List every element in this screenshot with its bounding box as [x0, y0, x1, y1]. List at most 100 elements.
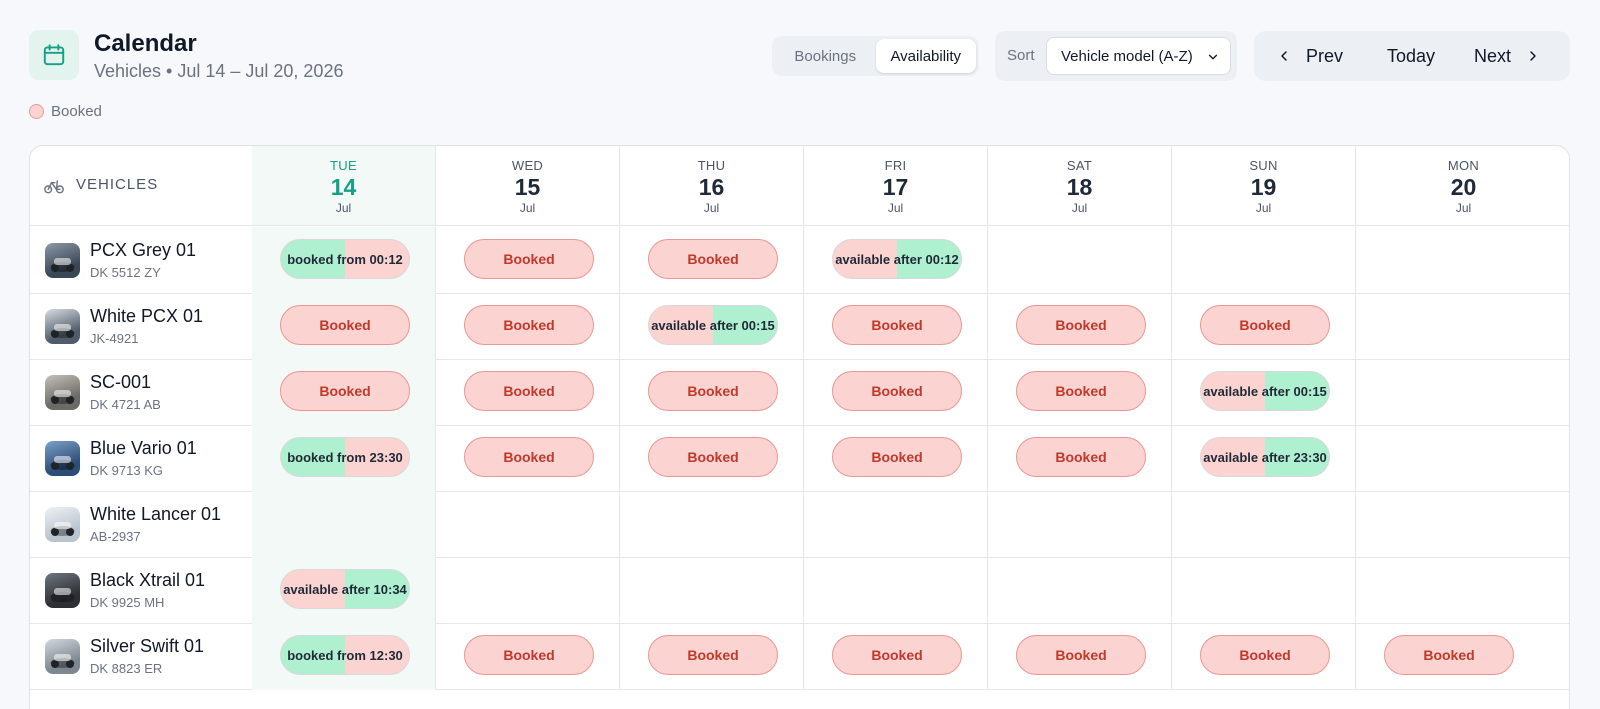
booked-pill[interactable]: Booked — [832, 635, 962, 675]
day-cell[interactable]: Booked — [988, 293, 1172, 360]
vehicle-cell[interactable]: Black Xtrail 01 DK 9925 MH — [30, 557, 256, 624]
day-cell[interactable]: booked from 23:30 — [252, 425, 436, 492]
day-cell[interactable] — [252, 491, 436, 558]
booked-pill[interactable]: Booked — [1384, 635, 1514, 675]
booked-pill[interactable]: Booked — [464, 635, 594, 675]
day-cell[interactable]: Booked — [988, 359, 1172, 426]
day-cell[interactable]: Booked — [804, 425, 988, 492]
booked-pill[interactable]: Booked — [464, 305, 594, 345]
booked-pill[interactable]: Booked — [1016, 635, 1146, 675]
booked-pill[interactable]: Booked — [1200, 635, 1330, 675]
booked-pill[interactable]: Booked — [280, 305, 410, 345]
day-cell[interactable]: Booked — [804, 623, 988, 690]
booked-pill[interactable]: Booked — [1016, 371, 1146, 411]
day-cell[interactable] — [1172, 491, 1356, 558]
day-number: 18 — [1066, 174, 1093, 200]
day-cell[interactable]: available after 00:15 — [1172, 359, 1356, 426]
day-cell[interactable]: available after 23:30 — [1172, 425, 1356, 492]
day-cell[interactable]: Booked — [988, 425, 1172, 492]
day-cell[interactable] — [988, 491, 1172, 558]
booked-pill[interactable]: Booked — [1016, 437, 1146, 477]
day-cell[interactable]: booked from 00:12 — [252, 227, 436, 294]
vehicle-name: Silver Swift 01 — [90, 636, 205, 656]
day-cell[interactable]: Booked — [436, 623, 620, 690]
vehicle-cell[interactable]: PCX Grey 01 DK 5512 ZY — [30, 227, 256, 294]
day-cell[interactable]: available after 10:34 — [252, 557, 436, 624]
day-cell[interactable]: Booked — [620, 359, 804, 426]
booked-pill[interactable]: Booked — [1200, 305, 1330, 345]
prev-button[interactable]: Prev — [1276, 31, 1343, 81]
vehicle-cell[interactable]: SC-001 DK 4721 AB — [30, 359, 256, 426]
today-button[interactable]: Today — [1387, 31, 1435, 81]
prev-label: Prev — [1306, 45, 1344, 66]
next-button[interactable]: Next — [1474, 31, 1541, 81]
available-after-pill[interactable]: available after 00:15 — [1200, 371, 1330, 411]
day-cell[interactable] — [988, 557, 1172, 624]
booked-pill[interactable]: Booked — [648, 437, 778, 477]
day-cell[interactable] — [804, 491, 988, 558]
day-cell[interactable]: Booked — [436, 227, 620, 294]
day-cell[interactable]: Booked — [252, 293, 436, 360]
day-cell[interactable]: Booked — [1356, 623, 1569, 690]
day-cell[interactable]: available after 00:12 — [804, 227, 988, 294]
sort-select[interactable]: Vehicle model (A-Z) — [1046, 37, 1231, 75]
day-cell[interactable] — [988, 227, 1172, 294]
day-cell[interactable]: Booked — [1172, 623, 1356, 690]
booked-pill[interactable]: Booked — [464, 371, 594, 411]
vehicle-cell[interactable]: Blue Vario 01 DK 9713 KG — [30, 425, 256, 492]
day-cell[interactable]: Booked — [436, 425, 620, 492]
available-after-pill[interactable]: available after 00:15 — [648, 305, 778, 345]
booked-pill[interactable]: Booked — [832, 371, 962, 411]
day-of-week: THU — [697, 158, 726, 173]
day-cell[interactable] — [1356, 557, 1569, 624]
day-cell[interactable] — [436, 557, 620, 624]
vehicle-cell[interactable]: White PCX 01 JK-4921 — [30, 293, 256, 360]
availability-tab[interactable]: Availability — [875, 39, 976, 73]
booked-pill[interactable]: Booked — [280, 371, 410, 411]
booked-pill[interactable]: Booked — [832, 437, 962, 477]
day-cell[interactable] — [804, 557, 988, 624]
booked-pill[interactable]: Booked — [832, 305, 962, 345]
available-after-pill[interactable]: available after 23:30 — [1200, 437, 1330, 477]
day-cell[interactable] — [620, 557, 804, 624]
day-cell[interactable]: Booked — [804, 293, 988, 360]
page-subtitle: Vehicles • Jul 14 – Jul 20, 2026 — [94, 61, 344, 81]
booked-from-pill[interactable]: booked from 23:30 — [280, 437, 410, 477]
day-cell[interactable] — [436, 491, 620, 558]
day-cell[interactable]: Booked — [1172, 293, 1356, 360]
day-cell[interactable] — [1356, 425, 1569, 492]
day-cell[interactable]: Booked — [620, 227, 804, 294]
available-after-pill[interactable]: available after 00:12 — [832, 239, 962, 279]
day-cell[interactable]: Booked — [252, 359, 436, 426]
booked-pill[interactable]: Booked — [1016, 305, 1146, 345]
legend-booked-swatch — [29, 104, 44, 119]
booked-from-pill[interactable]: booked from 12:30 — [280, 635, 410, 675]
day-cell[interactable] — [620, 491, 804, 558]
day-cell[interactable]: booked from 12:30 — [252, 623, 436, 690]
booked-pill[interactable]: Booked — [648, 371, 778, 411]
booked-pill[interactable]: Booked — [648, 635, 778, 675]
available-after-pill[interactable]: available after 10:34 — [280, 569, 410, 609]
booked-pill[interactable]: Booked — [464, 437, 594, 477]
vehicle-photo — [45, 243, 80, 278]
day-cell[interactable]: Booked — [436, 293, 620, 360]
day-cell[interactable]: Booked — [436, 359, 620, 426]
day-cell[interactable]: available after 00:15 — [620, 293, 804, 360]
day-cell[interactable]: Booked — [988, 623, 1172, 690]
day-cell[interactable]: Booked — [620, 623, 804, 690]
vehicle-cell[interactable]: Silver Swift 01 DK 8823 ER — [30, 623, 256, 690]
day-cell[interactable] — [1172, 227, 1356, 294]
booked-pill[interactable]: Booked — [464, 239, 594, 279]
day-cell[interactable] — [1172, 557, 1356, 624]
day-cell[interactable]: Booked — [620, 425, 804, 492]
day-of-week: FRI — [884, 158, 907, 173]
booked-from-pill[interactable]: booked from 00:12 — [280, 239, 410, 279]
day-cell[interactable]: Booked — [804, 359, 988, 426]
day-cell[interactable] — [1356, 227, 1569, 294]
day-cell[interactable] — [1356, 491, 1569, 558]
booked-pill[interactable]: Booked — [648, 239, 778, 279]
day-cell[interactable] — [1356, 293, 1569, 360]
day-cell[interactable] — [1356, 359, 1569, 426]
bookings-tab[interactable]: Bookings — [775, 39, 876, 73]
vehicle-cell[interactable]: White Lancer 01 AB-2937 — [30, 491, 256, 558]
